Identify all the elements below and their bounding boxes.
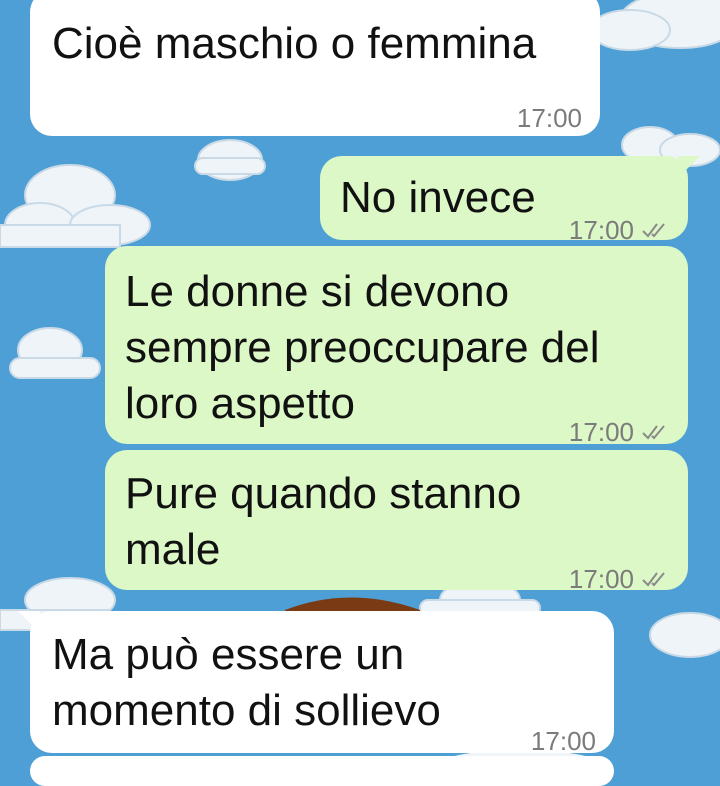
message-bubble-outgoing[interactable]: No invece 17:00: [320, 156, 700, 245]
double-tick-icon: [642, 425, 665, 440]
message-meta: 17:00: [569, 551, 670, 607]
bubble-tail: [678, 156, 700, 178]
message-bubble-incoming[interactable]: Cioè maschio o femmina 17:00: [30, 0, 600, 136]
message-text: Le donne si devono sempre preoccupare de…: [125, 267, 600, 428]
double-tick-icon: [642, 572, 665, 587]
bubble-tail: [18, 611, 40, 633]
message-bubble-incoming-partial[interactable]: [30, 756, 614, 786]
cloud-icon: [649, 612, 720, 658]
message-bubble-outgoing[interactable]: Pure quando stanno male 17:00: [105, 450, 688, 594]
cloud-icon: [194, 139, 266, 181]
message-bubble-outgoing[interactable]: Le donne si devono sempre preoccupare de…: [105, 246, 688, 447]
message-text: Pure quando stanno male: [125, 469, 522, 574]
message-text: Ma può essere un momento di sollievo: [52, 630, 441, 735]
double-tick-icon: [642, 223, 665, 238]
message-timestamp: 17:00: [568, 564, 634, 594]
message-text: No invece: [340, 173, 536, 222]
message-timestamp: 17:00: [516, 103, 582, 133]
message-meta: 17:00: [517, 90, 582, 146]
message-bubble-incoming[interactable]: Ma può essere un momento di sollievo 17:…: [18, 611, 614, 756]
message-text: Cioè maschio o femmina: [52, 19, 537, 68]
